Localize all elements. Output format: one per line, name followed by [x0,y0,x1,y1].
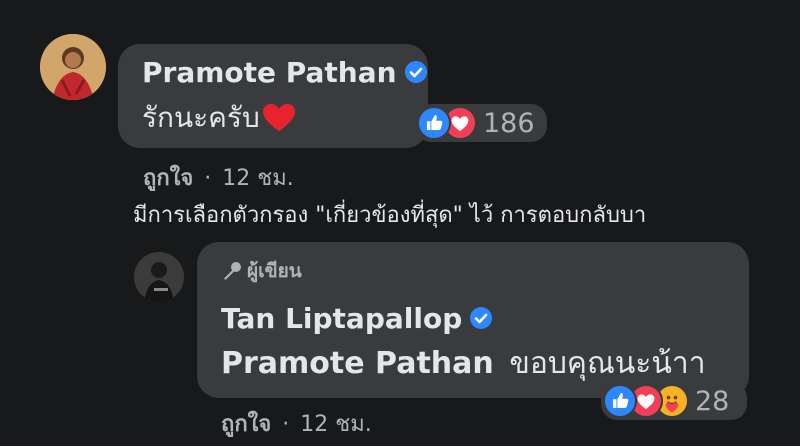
comment-bubble: Pramote Pathan รักนะครับ [118,44,428,148]
reaction-count[interactable]: 28 [695,386,729,417]
comment-time[interactable]: 12 ชม. [222,166,293,191]
like-icon [603,384,637,418]
like-button[interactable]: ถูกใจ [143,166,193,191]
verified-badge-icon [404,61,427,83]
separator: · [282,412,290,437]
reply-time[interactable]: 12 ชม. [300,412,371,437]
comment-avatar[interactable] [40,34,106,100]
author-badge-label: ผู้เขียน [247,260,302,282]
separator: · [204,166,212,191]
verified-badge-icon [470,307,493,329]
reply-author-name[interactable]: Tan Liptapallop [221,302,462,335]
microphone-icon [224,262,241,280]
avatar-image [134,252,184,302]
reply-actions: ถูกใจ · 12 ชม. [221,406,372,441]
reply-avatar[interactable] [134,252,184,302]
comment-author-name[interactable]: Pramote Pathan [142,56,397,89]
comment-reactions[interactable]: 186 [415,104,547,142]
comment-text-row: รักนะครับ [142,96,296,140]
author-badge: ผู้เขียน [221,256,302,286]
reply-author-row: Tan Liptapallop [221,298,493,338]
heart-icon [262,104,295,131]
comment-author-row: Pramote Pathan [142,52,427,92]
reply-text: ขอบคุณนะน้าา [509,346,706,381]
comment-text: รักนะครับ [142,101,260,134]
reaction-count[interactable]: 186 [483,108,535,139]
like-icon [417,106,451,140]
reply-text-row: Pramote Pathan ขอบคุณนะน้าา [221,340,706,387]
comment-actions: ถูกใจ · 12 ชม. [143,160,294,195]
mention-link[interactable]: Pramote Pathan [221,346,494,381]
reply-bubble: ผู้เขียน Tan Liptapallop Pramote Pathan … [197,242,749,398]
reply-reactions[interactable]: 28 [601,382,747,420]
avatar-image [40,34,106,100]
filter-notice: มีการเลือกตัวกรอง "เกี่ยวข้องที่สุด" ไว้… [133,203,647,228]
like-button[interactable]: ถูกใจ [221,412,271,437]
